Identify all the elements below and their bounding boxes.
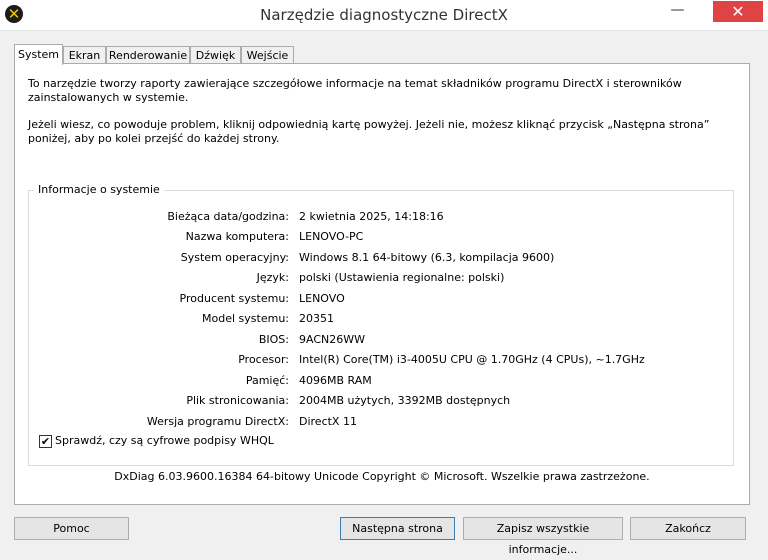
- info-value: LENOVO-PC: [299, 230, 364, 243]
- close-button[interactable]: ✕: [713, 1, 763, 22]
- info-label: Model systemu:: [202, 312, 289, 325]
- tab-wejscie[interactable]: Wejście: [241, 46, 294, 64]
- info-label: Bieżąca data/godzina:: [167, 210, 289, 223]
- info-label: Pamięć:: [245, 374, 289, 387]
- info-row-os: System operacyjny: Windows 8.1 64-bitowy…: [29, 251, 629, 267]
- help-button[interactable]: Pomoc: [14, 517, 129, 540]
- info-label: Plik stronicowania:: [186, 394, 289, 407]
- info-value: 2 kwietnia 2025, 14:18:16: [299, 210, 444, 223]
- info-row-language: Język: polski (Ustawienia regionalne: po…: [29, 271, 629, 287]
- info-value: 4096MB RAM: [299, 374, 372, 387]
- info-label: Nazwa komputera:: [185, 230, 289, 243]
- exit-button[interactable]: Zakończ: [630, 517, 746, 540]
- info-value: LENOVO: [299, 292, 345, 305]
- info-row-memory: Pamięć: 4096MB RAM: [29, 374, 629, 390]
- info-row-datetime: Bieżąca data/godzina: 2 kwietnia 2025, 1…: [29, 210, 629, 226]
- info-value: Intel(R) Core(TM) i3-4005U CPU @ 1.70GHz…: [299, 353, 645, 366]
- next-page-button[interactable]: Następna strona: [340, 517, 455, 540]
- title-bar: ✕ Narzędzie diagnostyczne DirectX — ✕: [0, 0, 768, 31]
- tab-dzwiek[interactable]: Dźwięk: [190, 46, 241, 64]
- group-title: Informacje o systemie: [34, 183, 164, 196]
- info-row-bios: BIOS: 9ACN26WW: [29, 333, 629, 349]
- instructions-text: Jeżeli wiesz, co powoduje problem, klikn…: [28, 118, 710, 145]
- info-row-page-file: Plik stronicowania: 2004MB użytych, 3392…: [29, 394, 629, 410]
- info-label: BIOS:: [258, 333, 289, 346]
- info-label: Język:: [256, 271, 289, 284]
- tab-system[interactable]: System: [14, 44, 63, 65]
- info-value: polski (Ustawienia regionalne: polski): [299, 271, 505, 284]
- copyright-footer: DxDiag 6.03.9600.16384 64-bitowy Unicode…: [114, 470, 650, 483]
- info-label: Procesor:: [238, 353, 289, 366]
- info-row-directx-version: Wersja programu DirectX: DirectX 11: [29, 415, 629, 431]
- info-value: 9ACN26WW: [299, 333, 365, 346]
- info-value: DirectX 11: [299, 415, 357, 428]
- info-row-processor: Procesor: Intel(R) Core(TM) i3-4005U CPU…: [29, 353, 645, 369]
- info-row-model: Model systemu: 20351: [29, 312, 629, 328]
- system-info-group: Informacje o systemie Bieżąca data/godzi…: [28, 183, 734, 466]
- info-label: System operacyjny:: [180, 251, 289, 264]
- window-title: Narzędzie diagnostyczne DirectX: [260, 6, 508, 24]
- info-row-manufacturer: Producent systemu: LENOVO: [29, 292, 629, 308]
- info-label: Wersja programu DirectX:: [146, 415, 289, 428]
- info-value: 2004MB użytych, 3392MB dostępnych: [299, 394, 511, 407]
- info-value: Windows 8.1 64-bitowy (6.3, kompilacja 9…: [299, 251, 555, 264]
- whql-checkbox[interactable]: ✔: [39, 435, 52, 448]
- info-label: Producent systemu:: [179, 292, 289, 305]
- info-value: 20351: [299, 312, 334, 325]
- tab-ekran[interactable]: Ekran: [63, 46, 106, 64]
- info-row-computer-name: Nazwa komputera: LENOVO-PC: [29, 230, 629, 246]
- minimize-button[interactable]: —: [664, 3, 691, 23]
- save-all-info-button[interactable]: Zapisz wszystkie informacje...: [463, 517, 623, 556]
- tab-renderowanie[interactable]: Renderowanie: [106, 46, 190, 64]
- whql-checkbox-label[interactable]: Sprawdź, czy są cyfrowe podpisy WHQL: [55, 434, 274, 447]
- system-tab-panel: To narzędzie tworzy raporty zawierające …: [14, 63, 750, 505]
- intro-text: To narzędzie tworzy raporty zawierające …: [28, 77, 682, 104]
